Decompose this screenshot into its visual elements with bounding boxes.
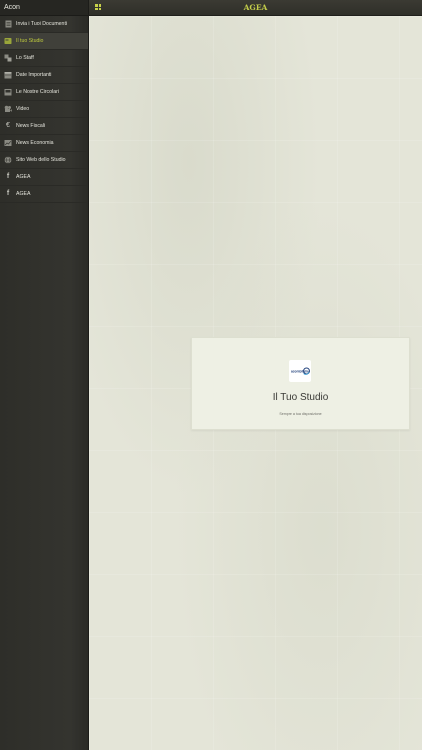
calendar-icon — [4, 71, 12, 79]
sidebar-item-agea-1[interactable]: f AGEA — [0, 169, 88, 186]
sidebar-item-label: Il tuo Studio — [16, 38, 44, 44]
studio-icon — [4, 37, 12, 45]
sidebar-item-video[interactable]: Video — [0, 101, 88, 118]
chart-icon — [4, 139, 12, 147]
facebook-icon: f — [6, 173, 10, 180]
card-title: Il Tuo Studio — [272, 392, 329, 403]
sidebar-item-label: Le Nostre Circolari — [16, 89, 59, 95]
sidebar-item-lo-staff[interactable]: Lo Staff — [0, 50, 88, 67]
sidebar-item-label: News Fiscali — [16, 123, 46, 129]
sidebar-item-sito-web[interactable]: Sito Web dello Studio — [0, 152, 88, 169]
sidebar-item-news-fiscali[interactable]: € News Fiscali — [0, 118, 88, 135]
main-content: acontoitalia Il Tuo Studio Sempre a tua … — [89, 16, 422, 750]
sidebar-item-label: Sito Web dello Studio — [16, 157, 66, 163]
sidebar-item-news-economia[interactable]: News Economia — [0, 135, 88, 152]
page-title: AGEA — [243, 3, 268, 12]
sidebar-menu: Invia i Tuoi Documenti Il tuo Studio Lo … — [0, 16, 88, 203]
document-icon — [4, 20, 12, 28]
facebook-icon: f — [6, 190, 10, 197]
sidebar-item-label: AGEA — [16, 174, 31, 180]
sidebar-item-il-tuo-studio[interactable]: Il tuo Studio — [0, 33, 88, 50]
sidebar-item-label: Video — [16, 106, 30, 112]
svg-text:acontoitalia: acontoitalia — [291, 370, 309, 374]
inbox-icon — [4, 88, 12, 96]
sidebar-item-invia-documenti[interactable]: Invia i Tuoi Documenti — [0, 16, 88, 33]
sidebar-item-label: AGEA — [16, 191, 31, 197]
studio-logo: acontoitalia — [289, 360, 311, 382]
sidebar-title: Acon — [0, 0, 88, 16]
sidebar-item-label: Invia i Tuoi Documenti — [16, 21, 68, 27]
sidebar-item-label: Lo Staff — [16, 55, 34, 61]
sidebar-item-date-importanti[interactable]: Date Importanti — [0, 67, 88, 84]
sidebar-item-label: News Economia — [16, 140, 54, 146]
staff-icon — [4, 54, 12, 62]
euro-icon: € — [6, 122, 10, 129]
studio-card: acontoitalia Il Tuo Studio Sempre a tua … — [191, 337, 410, 430]
card-subtitle: Sempre a tua disposizione — [279, 412, 322, 416]
globe-icon — [4, 156, 12, 164]
sidebar-item-circolari[interactable]: Le Nostre Circolari — [0, 84, 88, 101]
video-camera-icon — [4, 105, 12, 113]
sidebar-item-agea-2[interactable]: f AGEA — [0, 186, 88, 203]
sidebar-item-label: Date Importanti — [16, 72, 52, 78]
top-bar: AGEA — [89, 0, 422, 16]
sidebar: Acon Invia i Tuoi Documenti Il tuo Studi… — [0, 0, 89, 750]
